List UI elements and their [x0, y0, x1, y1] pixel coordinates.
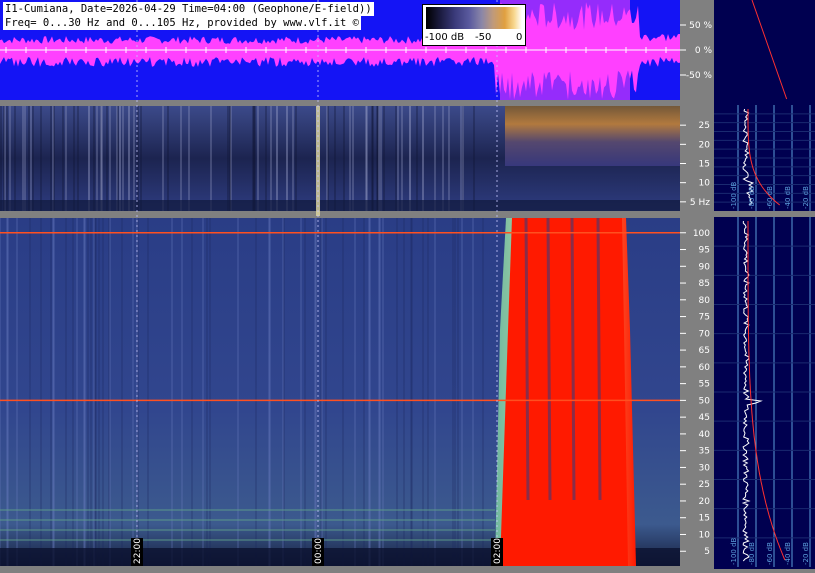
efield-y-label: 55 [699, 380, 710, 390]
spectrum-top-x-label: -100 dB [730, 181, 738, 209]
spectrum-bottom-x-label: -40 dB [784, 542, 792, 565]
efield-y-label: 10 [699, 530, 711, 540]
efield-storm-gap [546, 217, 552, 501]
geophone-low-band [0, 200, 680, 211]
efield-y-label: 100 [693, 229, 710, 239]
geophone-y-label: 10 [699, 179, 711, 189]
efield-y-label: 20 [699, 497, 711, 507]
efield-storm-gap [524, 217, 530, 501]
efield-y-label: 40 [699, 430, 711, 440]
geophone-y-label: 5 Hz [690, 198, 710, 208]
colorbar-legend: -100 dB -50 0 [422, 4, 526, 46]
colorbar-min-label: -100 dB [425, 32, 465, 43]
header-frequency-range: Freq= 0...30 Hz and 0...105 Hz, provided… [3, 16, 362, 30]
efield-y-label: 75 [699, 313, 710, 323]
efield-storm-gap [596, 217, 602, 501]
efield-y-label: 60 [699, 363, 711, 373]
colorbar-max-label: 0 [516, 32, 523, 43]
colorbar-gradient [426, 7, 522, 29]
time-marker-label: 02:00 [493, 538, 503, 564]
geophone-y-label: 15 [699, 160, 710, 170]
efield-y-label: 70 [699, 329, 711, 339]
efield-y-label: 30 [699, 463, 711, 473]
spectrum-bottom-x-label: -100 dB [730, 537, 738, 565]
efield-y-label: 80 [699, 296, 711, 306]
spectrum-panel [714, 0, 815, 569]
efield-y-label: 35 [699, 447, 710, 457]
amplitude-y-label: 0 % [695, 46, 713, 56]
efield-y-label: 15 [699, 514, 710, 524]
spectrum-top-x-label: -20 dB [802, 186, 810, 209]
spectrum-top-x-label: -80 dB [748, 186, 756, 209]
efield-y-label: 5 [704, 547, 710, 557]
spectrum-top-x-label: -40 dB [784, 186, 792, 209]
efield-y-label: 25 [699, 480, 710, 490]
spectrum-divider [714, 211, 815, 217]
efield-y-label: 45 [699, 413, 710, 423]
geophone-y-label: 20 [699, 140, 711, 150]
efield-y-label: 85 [699, 279, 710, 289]
spectrum-top-x-label: -60 dB [766, 186, 774, 209]
amplitude-y-label: 50 % [689, 21, 712, 31]
efield-y-label: 95 [699, 246, 710, 256]
time-marker-label: 00:00 [314, 538, 324, 564]
spectrogram-canvas: 50 %0 %-50 %252015105 Hz1009590858075706… [0, 0, 815, 569]
efield-y-label: 50 [699, 396, 711, 406]
spectrum-bottom-x-label: -20 dB [802, 542, 810, 565]
efield-y-label: 90 [699, 262, 711, 272]
spectrum-bottom-x-label: -80 dB [748, 542, 756, 565]
efield-storm-saturated [500, 218, 628, 566]
geophone-y-label: 25 [699, 121, 710, 131]
efield-y-label: 65 [699, 346, 710, 356]
geophone-storm-region [505, 106, 680, 166]
header-title: I1-Cumiana, Date=2026-04-29 Time=04:00 (… [3, 2, 374, 16]
spectrum-bottom-x-label: -60 dB [766, 542, 774, 565]
colorbar-mid-label: -50 [475, 32, 492, 43]
time-marker-label: 22:00 [133, 538, 143, 564]
efield-storm-gap [570, 217, 576, 501]
amplitude-y-label: -50 % [686, 71, 713, 81]
vlf-monitor-display: 50 % 0 % -50 % 25 20 15 10 5 Hz 100 95 90 85 80 75 70 6… [0, 0, 815, 569]
